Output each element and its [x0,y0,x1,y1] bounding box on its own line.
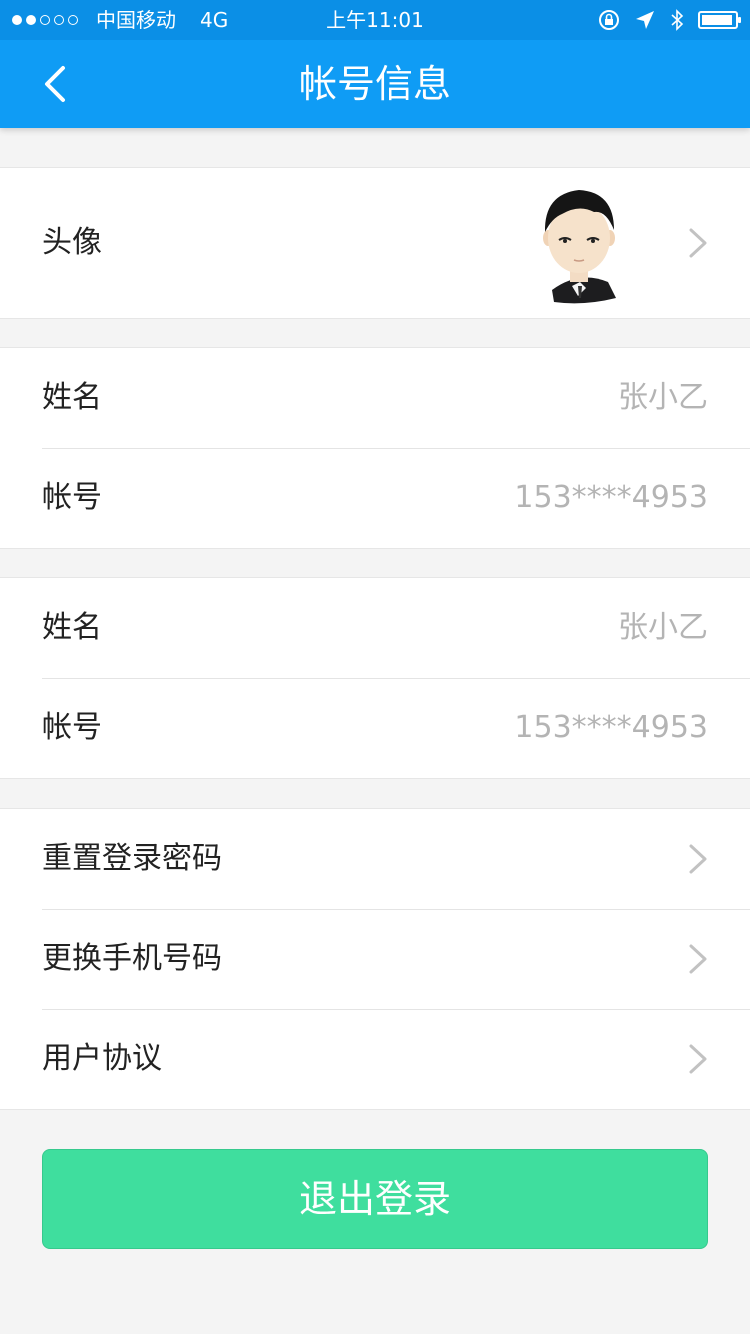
battery-level [702,15,733,25]
nav-bar: 帐号信息 [0,40,750,128]
chevron-right-icon [689,1044,707,1074]
account-row: 帐号 153****4953 [0,448,750,548]
status-bar: 中国移动 4G 上午11:01 [0,0,750,40]
name-value: 张小乙 [618,380,708,415]
reset-password-row[interactable]: 重置登录密码 [0,809,750,909]
reset-password-label: 重置登录密码 [42,841,222,876]
change-phone-label: 更换手机号码 [42,941,222,976]
name-label: 姓名 [42,610,102,645]
bluetooth-icon [671,9,684,31]
account-value: 153****4953 [514,710,708,745]
top-bar: 中国移动 4G 上午11:01 帐号信息 [0,0,750,128]
battery-icon [698,11,741,29]
name-label: 姓名 [42,380,102,415]
chevron-right-icon [689,228,707,258]
avatar[interactable] [534,182,624,304]
rotation-lock-icon [599,10,619,30]
change-phone-row[interactable]: 更换手机号码 [0,909,750,1009]
status-right [598,0,741,40]
name-value: 张小乙 [618,610,708,645]
logout-button[interactable]: 退出登录 [42,1149,708,1249]
name-row: 姓名 张小乙 [0,578,750,678]
avatar-label: 头像 [42,225,102,260]
page-title: 帐号信息 [298,62,451,106]
account-value: 153****4953 [514,480,708,515]
avatar-section: 头像 [0,167,750,319]
account-label: 帐号 [42,480,102,515]
name-row: 姓名 张小乙 [0,348,750,448]
avatar-row[interactable]: 头像 [0,168,750,318]
info-section-2: 姓名 张小乙 帐号 153****4953 [0,577,750,779]
account-label: 帐号 [42,710,102,745]
user-agreement-row[interactable]: 用户协议 [0,1009,750,1109]
info-section-1: 姓名 张小乙 帐号 153****4953 [0,347,750,549]
chevron-right-icon [689,844,707,874]
user-agreement-label: 用户协议 [42,1041,162,1076]
actions-section: 重置登录密码 更换手机号码 用户协议 [0,808,750,1110]
account-row: 帐号 153****4953 [0,678,750,778]
chevron-right-icon [689,944,707,974]
location-arrow-icon [636,11,654,29]
